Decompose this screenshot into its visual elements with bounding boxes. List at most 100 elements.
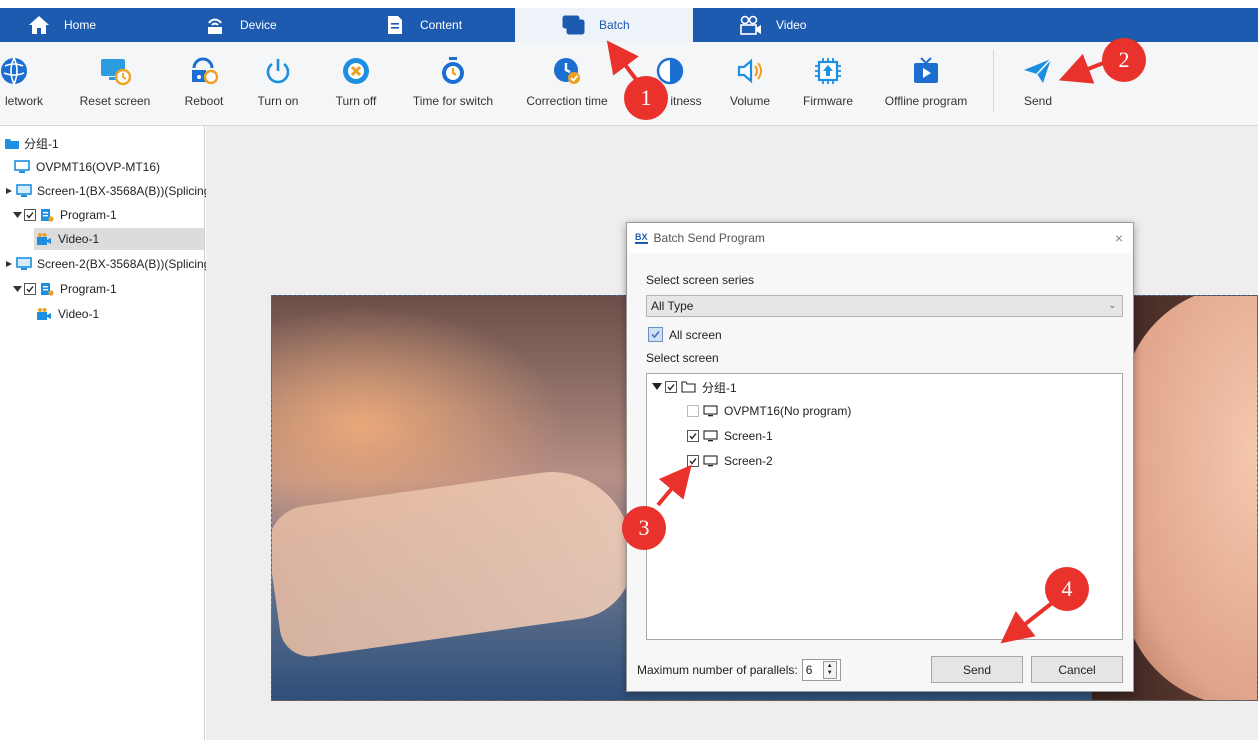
screen-2-checkbox[interactable] [687,455,699,467]
preview-hand [272,461,641,661]
program-icon [41,283,54,296]
batch-send-dialog: BX Batch Send Program × Select screen se… [626,222,1134,692]
stepper-arrows-icon[interactable]: ▲ ▼ [822,661,837,679]
network-label: letwork [4,94,43,108]
tab-video-label: Video [776,18,807,32]
tab-home[interactable]: Home [26,8,176,42]
device-icon [202,14,228,36]
app-window: Home Device Content Batch Video letwork … [0,0,1258,740]
program-checkbox[interactable] [24,283,36,295]
network-button[interactable]: letwork [0,42,52,126]
volume-icon [734,56,766,86]
batch-icon [561,14,587,36]
top-navigation: Home Device Content Batch Video [0,8,1258,42]
tree-item-label: Video-1 [58,232,100,246]
expand-triangle-icon[interactable] [4,259,14,269]
tree-item-video-1-selected[interactable]: Video-1 [34,228,204,250]
send-label: Send [1023,94,1053,108]
folder-icon [681,381,696,393]
screen-series-select[interactable]: All Type ⌄ [646,295,1123,317]
power-off-icon [340,56,372,86]
select-screen-label: Select screen [646,351,719,365]
correction-time-label: Correction time [526,94,608,108]
collapse-triangle-icon[interactable] [12,210,22,220]
tree-item-program-1b[interactable]: Program-1 [12,278,117,300]
tree-item-video-1b[interactable]: Video-1 [36,303,99,325]
send-button[interactable]: Send [1012,42,1064,126]
expand-triangle-icon[interactable] [4,186,14,196]
ovpmt16-checkbox[interactable] [687,405,699,417]
firmware-icon [812,56,844,86]
offline-program-button[interactable]: Offline program [880,42,972,126]
tree-item-program-1[interactable]: Program-1 [12,204,117,226]
screen-series-value: All Type [651,299,694,313]
monitor-icon [703,455,718,467]
timer-icon [437,56,469,86]
tree-item-screen-2[interactable]: Screen-2(BX-3568A(B))(Splicing) [4,253,214,275]
tree-item-label: Video-1 [58,307,100,321]
turn-on-button[interactable]: Turn on [250,42,306,126]
screen-tree: 分组-1 OVPMT16(OVP-MT16) Screen-1(BX-3568A… [0,126,214,740]
monitor-icon [703,405,718,417]
group-checkbox[interactable] [665,381,677,393]
screen-series-label: Select screen series [646,273,755,287]
tab-device[interactable]: Device [202,8,362,42]
time-for-switch-label: Time for switch [412,94,494,108]
tab-batch[interactable]: Batch [515,8,693,42]
tree-item-ovpmt16[interactable]: OVPMT16(OVP-MT16) [14,156,160,178]
turn-off-label: Turn off [335,94,377,108]
all-screen-label: All screen [669,327,722,342]
tab-content[interactable]: Content [382,8,522,42]
screen-label: Screen-2 [724,454,773,468]
collapse-triangle-icon[interactable] [12,284,22,294]
tab-batch-label: Batch [599,18,630,32]
folder-icon [5,138,19,149]
volume-label: Volume [729,94,771,108]
parallels-value[interactable]: 6 [803,663,823,677]
reset-screen-label: Reset screen [79,94,151,108]
dialog-title: Batch Send Program [653,231,765,245]
screen-group-label: 分组-1 [702,380,737,395]
all-screen-option[interactable]: All screen [648,327,722,342]
program-checkbox[interactable] [24,209,36,221]
tab-home-label: Home [64,18,97,32]
home-icon [26,14,52,36]
screen-row-ovpmt16[interactable]: OVPMT16(No program) [687,401,851,421]
bx-logo: BX [635,231,648,244]
dialog-cancel-button[interactable]: Cancel [1031,656,1123,683]
all-screen-checkbox[interactable] [648,327,663,342]
volume-button[interactable]: Volume [722,42,778,126]
screen-label: Screen-1 [724,429,773,443]
dialog-send-button[interactable]: Send [931,656,1023,683]
tree-group[interactable]: 分组-1 [4,132,59,154]
tab-content-label: Content [420,18,463,32]
callout-3: 3 [622,506,666,550]
screen-1-checkbox[interactable] [687,430,699,442]
screen-group-row[interactable]: 分组-1 [651,377,737,397]
turn-on-label: Turn on [257,94,299,108]
reboot-label: Reboot [184,94,224,108]
network-icon [0,56,30,86]
tree-item-label: Screen-1(BX-3568A(B))(Splicing- [37,184,215,198]
reset-screen-button[interactable]: Reset screen [75,42,155,126]
firmware-button[interactable]: Firmware [798,42,858,126]
time-for-switch-button[interactable]: Time for switch [408,42,498,126]
power-on-icon [262,56,294,86]
turn-off-button[interactable]: Turn off [328,42,384,126]
tab-video[interactable]: Video [738,8,878,42]
collapse-triangle-icon[interactable] [651,382,663,392]
monitor-icon [703,430,718,442]
screen-row-screen-1[interactable]: Screen-1 [687,426,773,446]
tree-item-label: Program-1 [60,282,117,296]
correction-time-button[interactable]: Correction time [522,42,612,126]
parallels-stepper[interactable]: 6 ▲ ▼ [801,659,841,681]
reboot-button[interactable]: Reboot [176,42,232,126]
video-item-icon [37,233,51,245]
close-icon[interactable]: × [1115,230,1123,246]
chevron-down-icon: ⌄ [1108,300,1116,310]
tab-device-label: Device [240,18,277,32]
tree-item-screen-1[interactable]: Screen-1(BX-3568A(B))(Splicing- [4,180,214,202]
screen-row-screen-2[interactable]: Screen-2 [687,451,773,471]
content-icon [382,14,408,36]
callout-2: 2 [1102,38,1146,82]
